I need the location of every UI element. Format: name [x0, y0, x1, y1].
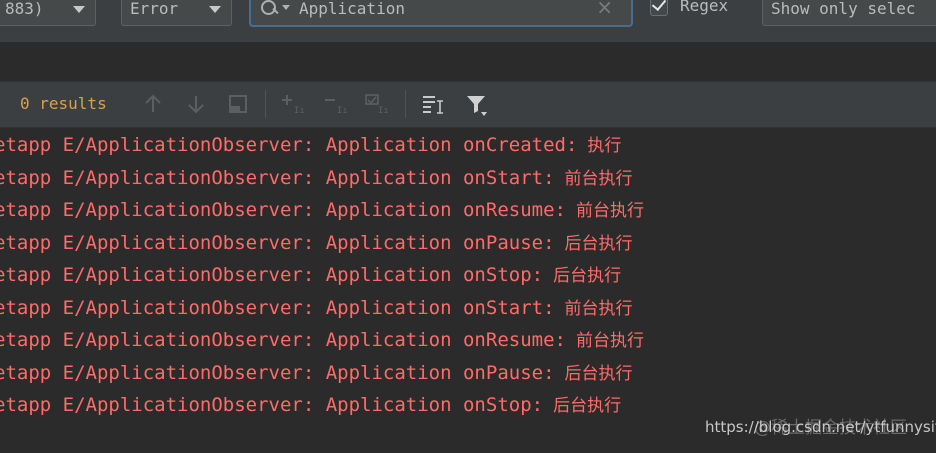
regex-checkbox[interactable]	[650, 0, 668, 16]
previous-occurrence-icon[interactable]	[141, 92, 165, 116]
log-line-message: 前台执行	[564, 169, 633, 189]
svg-text:Iı: Iı	[337, 106, 347, 116]
watermark-url: https://blog.csdn.net/ytfunnysite	[705, 418, 936, 436]
log-line: etapp E/ApplicationObserver: Application…	[0, 196, 644, 224]
log-line: etapp E/ApplicationObserver: Application…	[0, 131, 621, 159]
filter-funnel-icon[interactable]	[464, 92, 488, 116]
log-level-select[interactable]: Error	[121, 0, 232, 26]
results-count: 0 results	[20, 94, 107, 113]
log-line-message: 前台执行	[575, 331, 644, 351]
log-line-message: 后台执行	[564, 234, 633, 254]
log-line: etapp E/ApplicationObserver: Application…	[0, 359, 633, 387]
open-in-window-icon[interactable]	[226, 92, 250, 116]
toolbar-separator	[405, 90, 406, 118]
search-input[interactable]	[299, 0, 579, 18]
log-line-text: etapp E/ApplicationObserver: Application…	[0, 329, 566, 351]
log-line-message: 前台执行	[575, 201, 644, 221]
clear-search-icon[interactable]: ×	[596, 0, 613, 17]
show-only-selected-value: Show only selec	[771, 0, 916, 18]
log-line: etapp E/ApplicationObserver: Application…	[0, 294, 633, 322]
log-line-message: 后台执行	[564, 364, 633, 384]
log-line: etapp E/ApplicationObserver: Application…	[0, 261, 621, 289]
search-results-toolbar: 0 results Iı Iı Iı	[0, 82, 936, 128]
search-history-chevron-icon[interactable]	[282, 5, 290, 10]
add-selection-icon[interactable]: Iı	[280, 92, 304, 116]
chevron-down-icon	[73, 6, 85, 13]
log-line-text: etapp E/ApplicationObserver: Application…	[0, 394, 544, 416]
process-select-value: 883)	[5, 0, 44, 18]
search-field[interactable]: ×	[249, 0, 633, 27]
log-line-message: 后台执行	[553, 396, 622, 416]
log-line: etapp E/ApplicationObserver: Application…	[0, 229, 633, 257]
log-line-text: etapp E/ApplicationObserver: Application…	[0, 362, 555, 384]
log-line-text: etapp E/ApplicationObserver: Application…	[0, 167, 555, 189]
log-level-value: Error	[130, 0, 179, 18]
select-all-occurrences-icon[interactable]: Iı	[364, 92, 388, 116]
next-occurrence-icon[interactable]	[184, 92, 208, 116]
log-line-text: etapp E/ApplicationObserver: Application…	[0, 297, 555, 319]
filter-lines-icon[interactable]	[421, 92, 445, 116]
log-line-text: etapp E/ApplicationObserver: Application…	[0, 264, 544, 286]
log-line: etapp E/ApplicationObserver: Application…	[0, 391, 621, 419]
toolbar-separator	[265, 90, 266, 118]
process-select[interactable]: 883)	[0, 0, 96, 26]
svg-text:Iı: Iı	[294, 106, 304, 116]
log-line-message: 执行	[587, 136, 622, 156]
log-line-text: etapp E/ApplicationObserver: Application…	[0, 134, 578, 156]
regex-label[interactable]: Regex	[680, 0, 728, 15]
logcat-filter-bar: 883) Error × Regex Show only selec	[0, 0, 936, 42]
log-line-text: etapp E/ApplicationObserver: Application…	[0, 232, 555, 254]
checkmark-icon	[651, 0, 667, 12]
log-line-text: etapp E/ApplicationObserver: Application…	[0, 199, 566, 221]
log-line: etapp E/ApplicationObserver: Application…	[0, 164, 633, 192]
show-only-selected-select[interactable]: Show only selec	[762, 0, 936, 26]
log-line-message: 后台执行	[553, 266, 622, 286]
svg-text:Iı: Iı	[378, 106, 388, 116]
remove-selection-icon[interactable]: Iı	[323, 92, 347, 116]
log-line-message: 前台执行	[564, 299, 633, 319]
log-line: etapp E/ApplicationObserver: Application…	[0, 326, 644, 354]
chevron-down-icon	[209, 6, 221, 13]
